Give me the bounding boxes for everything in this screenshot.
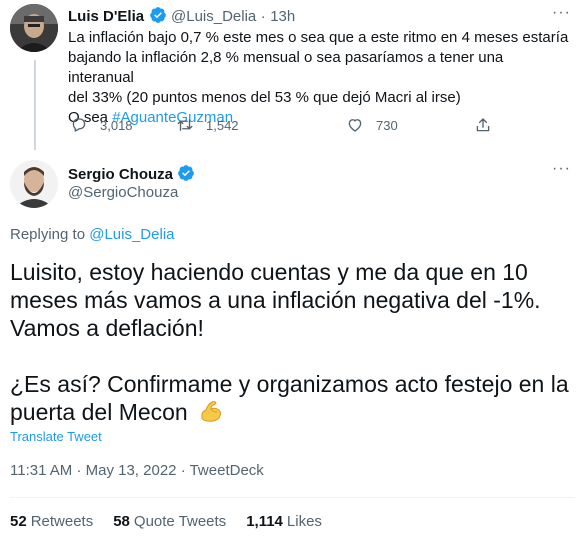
flexed-biceps-emoji [198, 398, 224, 430]
parent-tweet-text: La inflación bajo 0,7 % este mes o sea q… [68, 28, 573, 128]
thread-line [34, 60, 36, 150]
parent-tweet-header: Luis D'Elia @Luis_Delia · 13h [68, 6, 295, 26]
parent-action-bar: 3,018 1,542 730 [70, 116, 500, 138]
translate-tweet-link[interactable]: Translate Tweet [10, 429, 102, 444]
reply-icon [72, 118, 86, 132]
avatar-luis-delia[interactable] [10, 4, 58, 52]
tweet-metadata: 11:31 AM · May 13, 2022 · TweetDeck [10, 462, 264, 479]
parent-text-line: bajando la inflación 2,8 % mensual o sea… [68, 49, 504, 86]
separator-dot: · [260, 8, 266, 25]
retweets-count: 52 [10, 513, 27, 530]
likes-count: 1,114 [246, 513, 283, 530]
engagement-stats: 52 Retweets 58 Quote Tweets 1,114 Likes [10, 513, 322, 530]
main-text-line: meses más vamos a una inflación negativa… [10, 287, 541, 313]
retweets-label: Retweets [30, 513, 94, 530]
parent-text-line: del 33% (20 puntos menos del 53 % que de… [68, 89, 461, 106]
quote-tweets-count: 58 [113, 513, 130, 530]
reply-count: 3,018 [100, 117, 133, 133]
parent-more-options-icon[interactable]: ··· [552, 4, 571, 22]
main-tweet-text: Luisito, estoy haciendo cuentas y me da … [10, 258, 575, 430]
likes-label: Likes [286, 513, 322, 530]
retweet-button[interactable]: 1,542 [176, 116, 239, 134]
main-text-line5: puerta del Mecon [10, 399, 188, 425]
divider [10, 497, 575, 498]
parent-text-line: La inflación bajo 0,7 % este mes o sea q… [68, 29, 569, 46]
avatar-sergio-chouza[interactable] [10, 160, 58, 208]
separator-dot: · [180, 462, 186, 479]
tweet-time[interactable]: 11:31 AM [10, 462, 72, 479]
main-text-line: puerta del Mecon [10, 398, 575, 430]
tweet-source: TweetDeck [189, 462, 264, 479]
main-text-line: Vamos a deflación! [10, 315, 204, 341]
likes-stat[interactable]: 1,114 Likes [246, 513, 322, 530]
like-button[interactable]: 730 [346, 116, 398, 134]
quote-tweets-label: Quote Tweets [133, 513, 227, 530]
verified-badge-icon [177, 164, 195, 182]
main-text-line: Luisito, estoy haciendo cuentas y me da … [10, 259, 528, 285]
parent-tweet-time[interactable]: 13h [270, 8, 295, 25]
retweets-stat[interactable]: 52 Retweets [10, 513, 93, 530]
reply-button[interactable]: 3,018 [70, 116, 133, 134]
parent-author-name[interactable]: Luis D'Elia [68, 8, 144, 25]
parent-author-handle[interactable]: @Luis_Delia [171, 8, 256, 25]
share-icon [476, 118, 490, 132]
replying-handle-link[interactable]: @Luis_Delia [89, 226, 174, 243]
main-text-line: ¿Es así? Confirmame y organizamos acto f… [10, 371, 569, 397]
separator-dot: · [76, 462, 82, 479]
quote-tweets-stat[interactable]: 58 Quote Tweets [113, 513, 226, 530]
main-tweet-header: Sergio Chouza [68, 164, 195, 184]
main-author-name[interactable]: Sergio Chouza [68, 166, 173, 183]
retweet-icon [177, 119, 193, 131]
tweet-date[interactable]: May 13, 2022 [86, 462, 177, 479]
verified-badge-icon [149, 6, 167, 24]
replying-to: Replying to @Luis_Delia [10, 226, 175, 243]
heart-icon [348, 119, 362, 132]
share-button[interactable] [474, 116, 504, 134]
like-count: 730 [376, 117, 398, 133]
main-author-handle[interactable]: @SergioChouza [68, 184, 178, 201]
main-more-options-icon[interactable]: ··· [552, 160, 571, 178]
retweet-count: 1,542 [206, 117, 239, 133]
replying-prefix: Replying to [10, 226, 90, 243]
